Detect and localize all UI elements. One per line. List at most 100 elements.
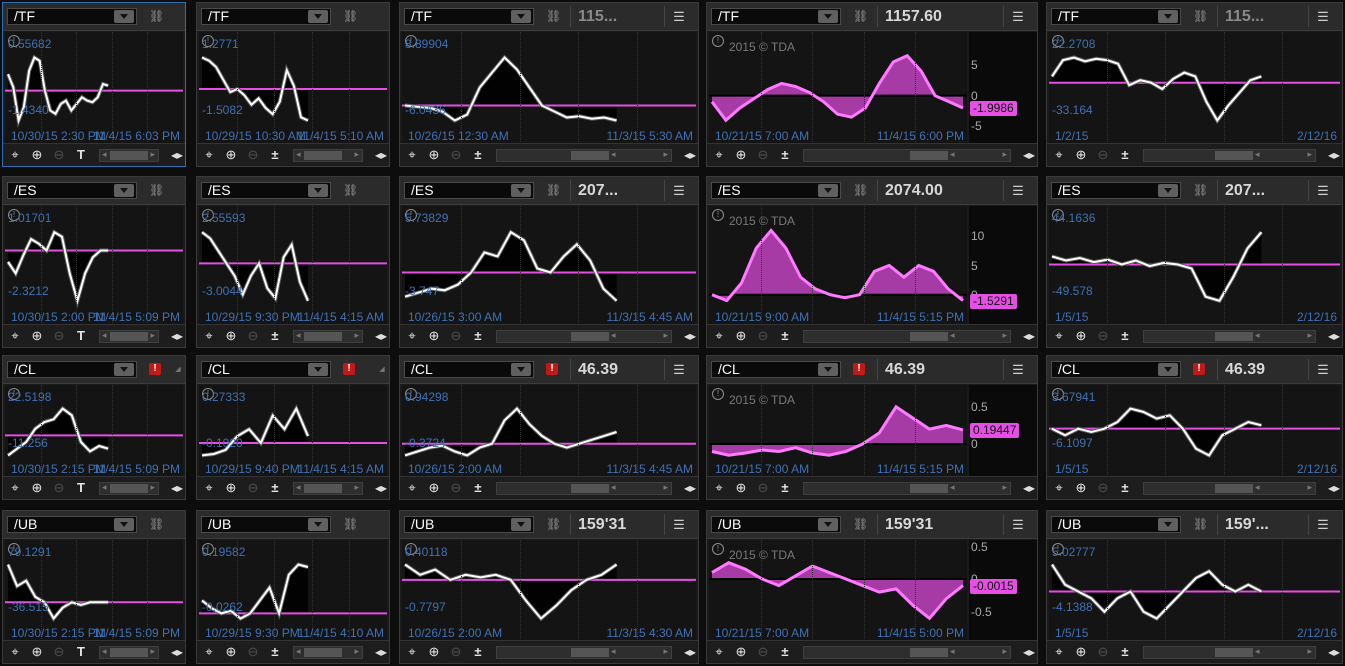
expand-icon[interactable]: ◂▸ [171, 645, 183, 659]
expand-icon[interactable]: ◂▸ [171, 148, 183, 162]
text-drawing-icon[interactable]: T [73, 148, 89, 162]
zoom-in-icon[interactable]: ⊕ [29, 481, 45, 495]
study-icon[interactable]: ± [470, 645, 486, 659]
chevron-down-icon[interactable] [308, 10, 328, 23]
chevron-down-icon[interactable] [1158, 10, 1178, 23]
scroll-right-icon[interactable]: ▸ [1307, 149, 1312, 160]
chart-cell[interactable]: /CL! 46.39 ☰! 2015 © TDA 10/21/15 7:00 AM 11/… [706, 355, 1038, 500]
chevron-down-icon[interactable] [818, 518, 838, 531]
symbol-selector[interactable]: /UB [201, 516, 331, 533]
study-icon[interactable]: ± [777, 481, 793, 495]
scrollbar-thumb[interactable] [304, 151, 342, 160]
horizontal-scrollbar[interactable]: ◂ ▸ [496, 149, 672, 162]
scrollbar-thumb[interactable] [571, 332, 609, 341]
link-icon[interactable]: ⛓ [149, 183, 164, 198]
horizontal-scrollbar[interactable]: ◂ ▸ [496, 330, 672, 343]
symbol-selector[interactable]: /TF [7, 8, 137, 25]
expand-icon[interactable]: ◂▸ [684, 481, 696, 495]
link-icon[interactable]: ⛓ [853, 9, 868, 24]
scroll-left-icon[interactable]: ◂ [950, 482, 955, 493]
zoom-out-icon[interactable]: ⊖ [245, 329, 261, 343]
info-icon[interactable]: ! [712, 388, 724, 400]
study-icon[interactable]: ± [470, 329, 486, 343]
scroll-left-icon[interactable]: ◂ [296, 646, 301, 657]
scroll-right-icon[interactable]: ▸ [663, 149, 668, 160]
symbol-selector[interactable]: /UB [711, 516, 841, 533]
crosshair-icon[interactable]: ⌖ [7, 329, 23, 343]
horizontal-scrollbar[interactable]: ◂ ▸ [1143, 646, 1316, 659]
scrollbar-thumb[interactable] [910, 484, 948, 493]
crosshair-icon[interactable]: ⌖ [711, 481, 727, 495]
horizontal-scrollbar[interactable]: ◂ ▸ [293, 646, 363, 659]
expand-icon[interactable]: ◂▸ [1023, 329, 1035, 343]
link-icon[interactable]: ⛓ [853, 517, 868, 532]
hamburger-menu-icon[interactable]: ☰ [1011, 362, 1025, 377]
expand-icon[interactable]: ◂▸ [1328, 645, 1340, 659]
scroll-left-icon[interactable]: ◂ [611, 149, 616, 160]
expand-icon[interactable]: ◂▸ [684, 645, 696, 659]
chart-cell[interactable]: /CL! 46.39 ☰! 3.67941 -6.1097 1/5/15 2/12/16 ⌖ ⊕… [1046, 355, 1343, 500]
hamburger-menu-icon[interactable]: ☰ [1011, 9, 1025, 24]
scrollbar-thumb[interactable] [571, 484, 609, 493]
horizontal-scrollbar[interactable]: ◂ ▸ [99, 482, 159, 495]
hamburger-menu-icon[interactable]: ☰ [672, 517, 686, 532]
horizontal-scrollbar[interactable]: ◂ ▸ [293, 149, 363, 162]
chevron-down-icon[interactable] [818, 10, 838, 23]
corner-expand-icon[interactable]: ◢ [171, 362, 185, 377]
horizontal-scrollbar[interactable]: ◂ ▸ [1143, 330, 1316, 343]
zoom-out-icon[interactable]: ⊖ [448, 645, 464, 659]
symbol-selector[interactable]: /ES [1051, 182, 1181, 199]
chart-plot-area[interactable]: ! 0.40118 -0.7797 10/26/15 2:00 AM 11/3/15 4… [402, 540, 696, 641]
symbol-selector[interactable]: /UB [1051, 516, 1181, 533]
chart-plot-area[interactable]: ! 22.5198 -11.256 10/30/15 2:15 PM 11/4/15 5… [5, 385, 183, 477]
scroll-right-icon[interactable]: ▸ [354, 482, 359, 493]
study-icon[interactable]: ± [777, 148, 793, 162]
crosshair-icon[interactable]: ⌖ [404, 148, 420, 162]
chart-plot-area[interactable]: ! 2015 © TDA 10/21/15 7:00 AM 11/4/15 6:00 … [709, 32, 967, 144]
study-icon[interactable]: ± [470, 481, 486, 495]
scroll-right-icon[interactable]: ▸ [1002, 330, 1007, 341]
expand-icon[interactable]: ◂▸ [375, 481, 387, 495]
zoom-in-icon[interactable]: ⊕ [733, 481, 749, 495]
scrollbar-thumb[interactable] [1215, 151, 1253, 160]
zoom-in-icon[interactable]: ⊕ [733, 148, 749, 162]
chart-plot-area[interactable]: ! 44.1636 -49.578 1/5/15 2/12/16 [1049, 206, 1340, 325]
chart-plot-area[interactable]: ! 5.73829 -3.747 10/26/15 3:00 AM 11/3/15 4:… [402, 206, 696, 325]
zoom-in-icon[interactable]: ⊕ [223, 329, 239, 343]
link-icon[interactable]: ⛓ [149, 9, 164, 24]
zoom-in-icon[interactable]: ⊕ [223, 148, 239, 162]
scrollbar-thumb[interactable] [110, 151, 148, 160]
horizontal-scrollbar[interactable]: ◂ ▸ [496, 482, 672, 495]
scrollbar-thumb[interactable] [910, 332, 948, 341]
zoom-in-icon[interactable]: ⊕ [29, 645, 45, 659]
zoom-in-icon[interactable]: ⊕ [1073, 645, 1089, 659]
expand-icon[interactable]: ◂▸ [1328, 481, 1340, 495]
chart-cell[interactable]: /ES ⛓! 1.01701 -2.3212 10/30/15 2:00 PM 11/4/… [2, 176, 186, 348]
hamburger-menu-icon[interactable]: ☰ [672, 183, 686, 198]
scroll-left-icon[interactable]: ◂ [102, 482, 107, 493]
chevron-down-icon[interactable] [818, 184, 838, 197]
zoom-out-icon[interactable]: ⊖ [1095, 329, 1111, 343]
horizontal-scrollbar[interactable]: ◂ ▸ [1143, 482, 1316, 495]
scroll-left-icon[interactable]: ◂ [296, 149, 301, 160]
chart-cell[interactable]: /ES ⛓! 2.55593 -3.0044 10/29/15 9:30 PM 11/4/… [196, 176, 390, 348]
scrollbar-thumb[interactable] [110, 332, 148, 341]
expand-icon[interactable]: ◂▸ [375, 329, 387, 343]
chevron-down-icon[interactable] [114, 518, 134, 531]
zoom-in-icon[interactable]: ⊕ [1073, 329, 1089, 343]
chart-plot-area[interactable]: ! 22.2708 -33.164 1/2/15 2/12/16 [1049, 32, 1340, 144]
zoom-out-icon[interactable]: ⊖ [755, 481, 771, 495]
study-icon[interactable]: ± [1117, 481, 1133, 495]
study-icon[interactable]: ± [470, 148, 486, 162]
link-icon[interactable]: ⛓ [343, 517, 358, 532]
scrollbar-thumb[interactable] [1215, 332, 1253, 341]
zoom-out-icon[interactable]: ⊖ [448, 148, 464, 162]
zoom-in-icon[interactable]: ⊕ [426, 481, 442, 495]
hamburger-menu-icon[interactable]: ☰ [1011, 183, 1025, 198]
chart-cell[interactable]: /UB ⛓ 159'... ☰! 5.02777 -4.1388 1/5/15 2/12/16… [1046, 510, 1343, 664]
link-icon[interactable]: ⛓ [149, 517, 164, 532]
scroll-left-icon[interactable]: ◂ [102, 330, 107, 341]
scroll-left-icon[interactable]: ◂ [950, 646, 955, 657]
horizontal-scrollbar[interactable]: ◂ ▸ [99, 646, 159, 659]
chevron-down-icon[interactable] [308, 363, 328, 376]
